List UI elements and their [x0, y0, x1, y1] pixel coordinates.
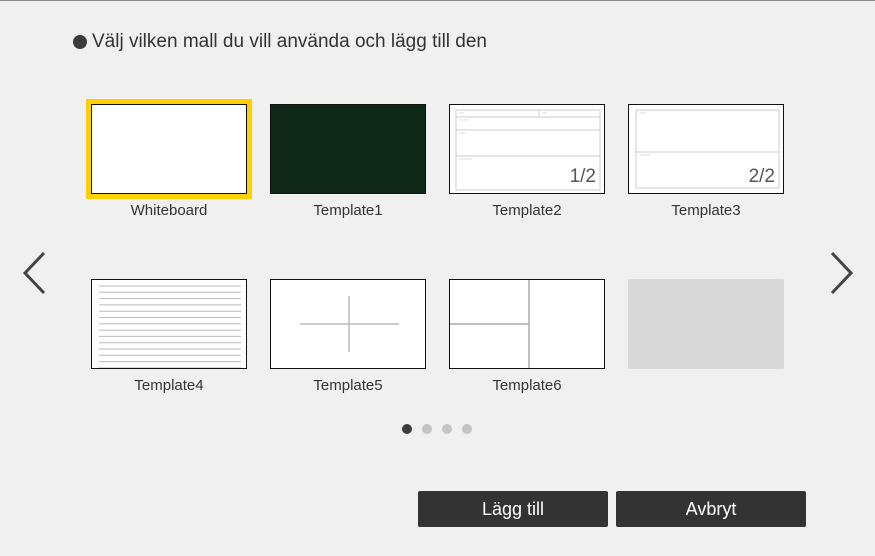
template-label: Template5 [313, 377, 383, 394]
chevron-left-icon [22, 251, 46, 295]
page-dot-1[interactable] [402, 424, 412, 434]
thumbnail-form: 1/2 [449, 104, 605, 194]
top-border [0, 0, 875, 1]
page-indicator: 2/2 [748, 166, 775, 187]
template-label: Whiteboard [130, 202, 208, 219]
ruled-lines [99, 285, 241, 368]
template-label: Template6 [492, 377, 562, 394]
thumbnail-cross [270, 279, 426, 369]
next-page-button[interactable] [826, 248, 856, 298]
template-label: Template3 [671, 202, 741, 219]
page-dot-2[interactable] [422, 424, 432, 434]
previous-page-button[interactable] [20, 248, 50, 298]
template-label: Template1 [313, 202, 383, 219]
split-lines [450, 280, 530, 368]
page-dot-4[interactable] [462, 424, 472, 434]
instruction: Välj vilken mall du vill använda och läg… [73, 31, 487, 53]
thumbnail-blackboard [270, 104, 426, 194]
page-indicator-dots [402, 424, 472, 434]
bullet-icon [73, 35, 87, 49]
thumbnail-placeholder [628, 279, 784, 369]
thumbnail-split [449, 279, 605, 369]
instruction-text: Välj vilken mall du vill använda och läg… [92, 31, 488, 52]
crosshair-lines [300, 296, 399, 352]
page-dot-3[interactable] [442, 424, 452, 434]
cancel-button[interactable]: Avbryt [616, 491, 806, 527]
template-label: Template2 [492, 202, 562, 219]
page-indicator: 1/2 [569, 166, 596, 187]
add-button[interactable]: Lägg till [418, 491, 608, 527]
thumbnail-blank [86, 99, 252, 199]
thumbnail-lined [91, 279, 247, 369]
chevron-right-icon [830, 251, 854, 295]
thumbnail-form: 2/2 [628, 104, 784, 194]
template-label: Template4 [134, 377, 204, 394]
